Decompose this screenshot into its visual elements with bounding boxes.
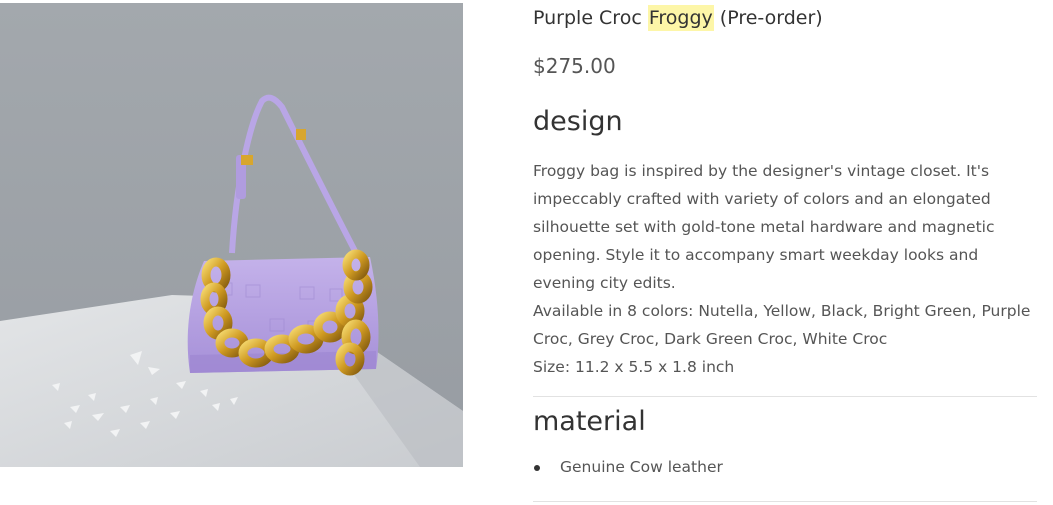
design-heading: design [533,106,623,137]
product-image[interactable] [0,3,463,467]
section-divider [533,396,1037,397]
section-divider [533,501,1037,502]
product-page: Purple Croc Froggy (Pre-order) $275.00 d… [0,0,1053,505]
product-price: $275.00 [533,54,616,78]
product-title: Purple Croc Froggy (Pre-order) [533,5,823,31]
material-list-item: Genuine Cow leather [533,453,723,481]
title-highlight: Froggy [647,5,714,31]
title-suffix: (Pre-order) [713,7,823,29]
material-list: Genuine Cow leather [533,453,723,481]
design-description: Froggy bag is inspired by the designer's… [533,157,1037,381]
material-heading: material [533,406,646,437]
design-size-text: Size: 11.2 x 5.5 x 1.8 inch [533,358,735,376]
title-prefix: Purple Croc [533,7,648,29]
design-colors-text: Available in 8 colors: Nutella, Yellow, … [533,302,1031,348]
design-description-text: Froggy bag is inspired by the designer's… [533,162,995,292]
